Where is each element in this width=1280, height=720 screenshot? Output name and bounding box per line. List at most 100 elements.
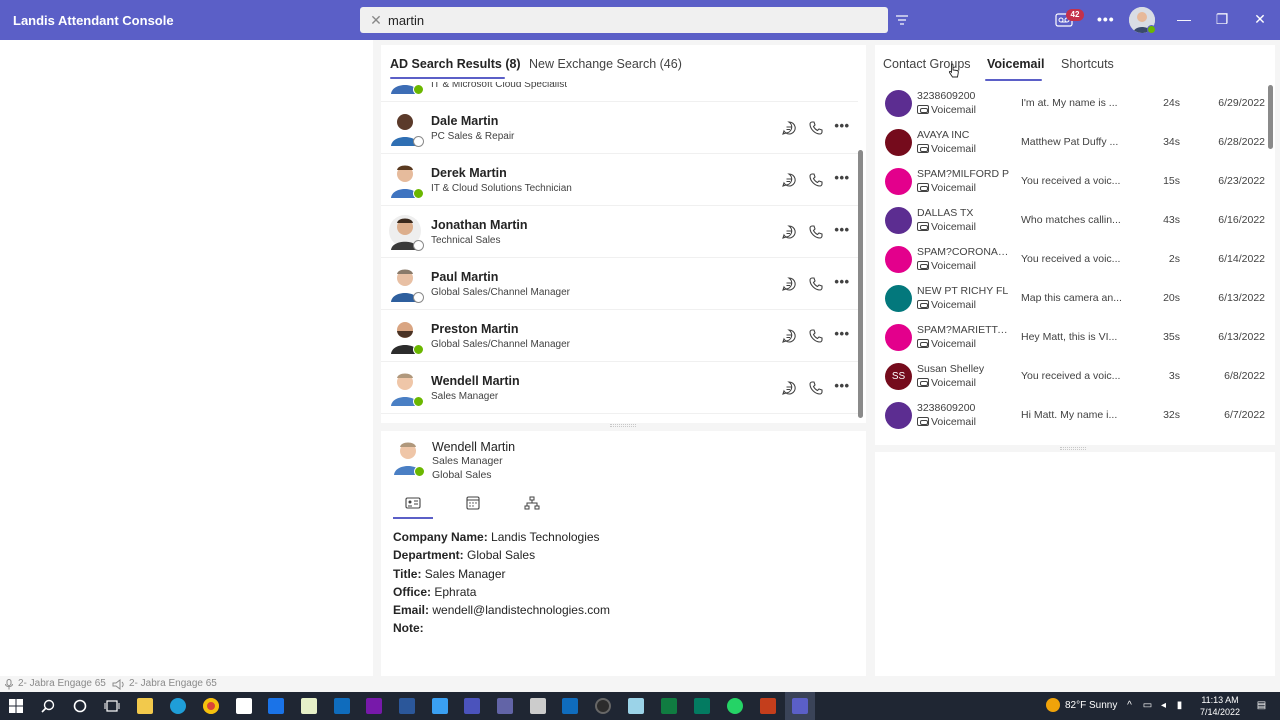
call-icon[interactable] [808,276,824,292]
whatsapp-icon[interactable] [727,698,743,714]
tab-new-exchange-search[interactable]: New Exchange Search (46) [529,57,682,71]
contact-row[interactable]: IT & Microsoft Cloud Specialist [381,82,858,102]
more-actions-button[interactable]: ••• [834,379,850,396]
task-view-icon[interactable] [104,698,120,714]
cortana-icon[interactable] [72,698,88,714]
powerpoint-icon[interactable] [760,698,776,714]
clear-search-icon[interactable]: ✕ [368,11,384,29]
caller-avatar [885,168,912,195]
caller-name: SPAM?MILFORD P [917,168,1009,180]
more-actions-button[interactable]: ••• [834,275,850,292]
voicemail-row[interactable]: SPAM?MARIETTA G Voicemail Hey Matt, this… [875,318,1267,357]
more-actions-button[interactable]: ••• [834,171,850,188]
voicemail-row[interactable]: SPAM?CORONAD... Voicemail You received a… [875,240,1267,279]
azure-ad-icon[interactable] [399,698,415,714]
voicemail-row[interactable]: SS Susan Shelley Voicemail You received … [875,357,1267,396]
tab-shortcuts[interactable]: Shortcuts [1061,57,1114,71]
voicemail-row[interactable]: NEW PT RICHY FL Voicemail Map this camer… [875,279,1267,318]
contact-row[interactable]: Wendell Martin Sales Manager ••• [381,362,858,414]
chat-icon[interactable] [781,380,797,396]
voicemail-row[interactable]: DALLAS TX Voicemail Who matches callin..… [875,201,1267,240]
file-explorer-icon[interactable] [137,698,153,714]
splitter-grip[interactable] [610,424,636,427]
search-input[interactable] [388,10,868,30]
more-options-icon[interactable]: ••• [1097,11,1114,27]
voicemail-row[interactable]: AVAYA INC Voicemail Matthew Pat Duffy ..… [875,123,1267,162]
show-hidden-icons-icon[interactable]: ^ [1124,700,1135,711]
outlook-icon[interactable] [334,698,350,714]
microphone-tray-icon[interactable]: ▮ [1174,700,1185,711]
store-icon[interactable] [236,698,252,714]
contact-card-icon[interactable] [405,496,421,510]
contact-row[interactable]: Dale Martin PC Sales & Repair ••• [381,102,858,154]
search-icon[interactable] [40,698,56,714]
mouse-cursor-icon [948,63,959,78]
chat-icon[interactable] [781,224,797,240]
powerbi-icon[interactable] [268,698,284,714]
voicemail-scrollbar[interactable] [1268,85,1273,149]
mail-icon[interactable] [562,698,578,714]
weather-text[interactable]: 82°F Sunny [1065,700,1117,711]
notifications-icon[interactable]: ▤ [1256,700,1267,711]
voicemail-row[interactable]: SPAM?MILFORD P Voicemail You received a … [875,162,1267,201]
contact-row[interactable]: Preston Martin Global Sales/Channel Mana… [381,310,858,362]
tab-voicemail[interactable]: Voicemail [987,57,1044,71]
org-chart-icon[interactable] [524,496,540,510]
chat-icon[interactable] [781,120,797,136]
weather-icon[interactable] [1046,698,1060,712]
voicemail-type: Voicemail [917,104,976,116]
camera-icon[interactable] [595,698,611,714]
voicemail-row[interactable]: 3238609200 Voicemail I'm at. My name is … [875,84,1267,123]
teams-classic-icon[interactable] [497,698,513,714]
minimize-button[interactable]: — [1176,11,1192,27]
email-link[interactable]: wendell@landistechnologies.com [432,603,610,617]
publisher-icon[interactable] [694,698,710,714]
splitter-grip[interactable] [1060,447,1086,450]
voicemail-row[interactable]: 3238609200 Voicemail Hi Matt. My name i.… [875,396,1267,435]
voicemail-duration: 2s [1168,253,1180,265]
caller-name: NEW PT RICHY FL [917,285,1009,297]
chat-icon[interactable] [781,328,797,344]
chat-icon[interactable] [781,172,797,188]
results-scrollbar[interactable] [858,150,863,418]
edge-icon[interactable] [170,698,186,714]
microphone-device[interactable]: 2- Jabra Engage 65 [18,678,106,689]
taskbar-clock[interactable]: 11:13 AM 7/14/2022 [1196,694,1244,718]
chrome-icon[interactable] [203,698,219,714]
contact-row[interactable]: Jonathan Martin Technical Sales ••• [381,206,858,258]
close-button[interactable]: ✕ [1252,11,1268,27]
snipping-tool-icon[interactable] [628,698,644,714]
call-icon[interactable] [808,172,824,188]
voicemail-date: 6/28/2022 [1218,136,1265,148]
calendar-icon[interactable] [465,496,481,510]
voicemail-type: Voicemail [917,338,976,350]
maximize-button[interactable]: ❐ [1214,11,1230,27]
todo-icon[interactable] [432,698,448,714]
windows-start-icon[interactable] [8,698,24,714]
call-icon[interactable] [808,224,824,240]
excel-icon[interactable] [661,698,677,714]
more-actions-button[interactable]: ••• [834,223,850,240]
onenote-icon[interactable] [366,698,382,714]
more-actions-button[interactable]: ••• [834,119,850,136]
call-icon[interactable] [808,380,824,396]
tab-ad-search-results[interactable]: AD Search Results (8) [390,57,521,71]
contact-title: Technical Sales [431,235,501,246]
more-actions-button[interactable]: ••• [834,327,850,344]
call-icon[interactable] [808,328,824,344]
calculator-icon[interactable] [530,698,546,714]
speaker-device[interactable]: 2- Jabra Engage 65 [129,678,217,689]
teams-icon[interactable] [464,698,480,714]
call-icon[interactable] [808,120,824,136]
contact-row[interactable]: Derek Martin IT & Cloud Solutions Techni… [381,154,858,206]
filter-icon[interactable] [895,13,909,27]
search-box[interactable]: ✕ [360,7,888,33]
volume-icon[interactable]: ◂ [1158,700,1169,711]
landis-console-icon[interactable] [792,698,808,714]
contact-row[interactable]: Paul Martin Global Sales/Channel Manager… [381,258,858,310]
notepad-icon[interactable] [301,698,317,714]
network-icon[interactable]: ▭ [1142,700,1153,711]
chat-icon[interactable] [781,276,797,292]
caller-avatar [885,90,912,117]
caller-name: 3238609200 [917,90,976,102]
